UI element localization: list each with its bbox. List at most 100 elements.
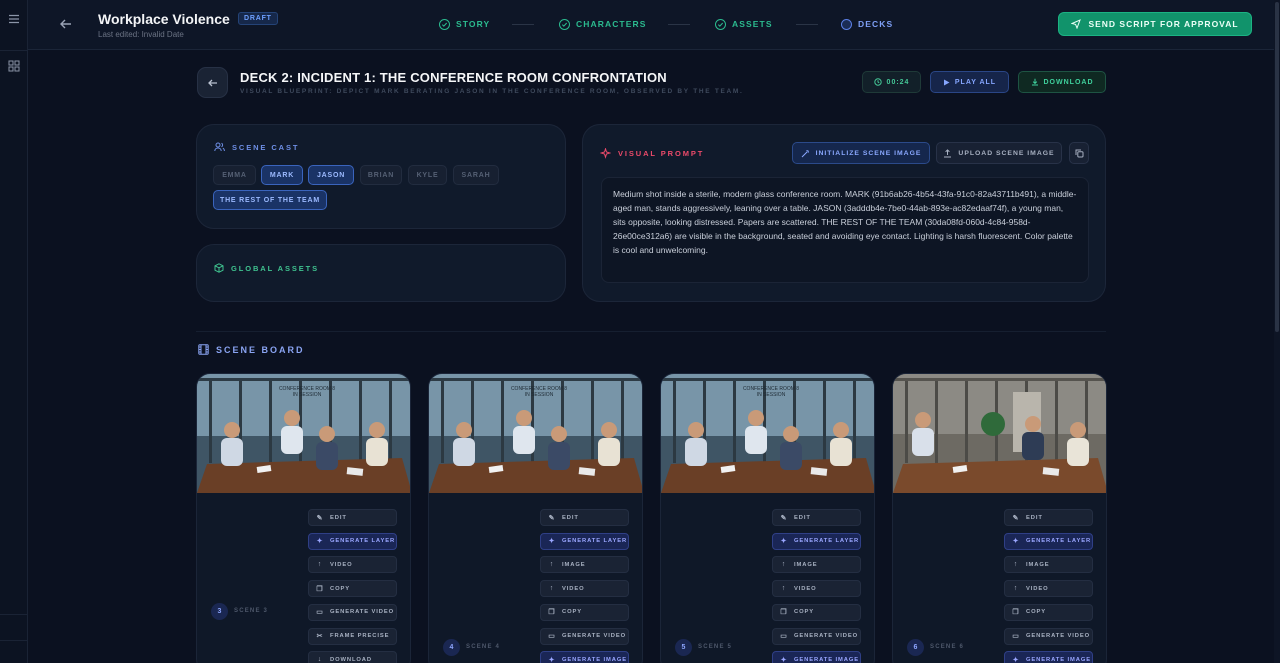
step-characters[interactable]: CHARACTERS: [559, 18, 647, 30]
deck-back-button[interactable]: [197, 67, 228, 98]
generate-video-button[interactable]: ▭ GENERATE VIDEO: [1004, 627, 1093, 645]
copy-button[interactable]: ❐ COPY: [772, 603, 861, 621]
step-decks[interactable]: DECKS: [841, 18, 893, 30]
last-edited-text: Last edited: Invalid Date: [98, 30, 184, 39]
frame-precise-icon: ✂: [316, 633, 324, 640]
duration-text: 00:24: [886, 78, 910, 86]
image-button[interactable]: ↑ IMAGE: [772, 556, 861, 574]
menu-icon[interactable]: [8, 13, 20, 25]
generate-video-button[interactable]: ▭ GENERATE VIDEO: [772, 627, 861, 645]
edit-icon: ✎: [780, 514, 788, 522]
video-button[interactable]: ↑ VIDEO: [540, 580, 629, 598]
scene-thumbnail[interactable]: CONFERENCE ROOM 8 IN SESSION: [429, 374, 642, 493]
initialize-scene-image-button[interactable]: INITIALIZE SCENE IMAGE: [792, 142, 930, 164]
grid-icon[interactable]: [8, 60, 20, 72]
copy-button[interactable]: ❐ COPY: [308, 580, 397, 598]
step-story[interactable]: STORY: [439, 18, 490, 30]
generate-layer-button[interactable]: ✦ GENERATE LAYER: [1004, 532, 1093, 550]
scene-number-badge: 5: [675, 639, 692, 656]
page-scrollbar[interactable]: [1274, 0, 1280, 663]
send-button-label: SEND SCRIPT FOR APPROVAL: [1088, 19, 1239, 29]
copy-icon: ❐: [780, 609, 788, 617]
step-label: CHARACTERS: [576, 19, 647, 29]
generate-layer-icon: ✦: [316, 538, 324, 546]
generate-image-button[interactable]: ✦ GENERATE IMAGE: [772, 651, 861, 663]
step-assets[interactable]: ASSETS: [715, 18, 773, 30]
button-label: COPY: [330, 585, 351, 592]
clock-icon: [873, 78, 882, 86]
download-button[interactable]: ↓ DOWNLOAD: [308, 651, 397, 663]
generate-video-button[interactable]: ▭ GENERATE VIDEO: [308, 603, 397, 621]
scene-card[interactable]: CONFERENCE ROOM 8 IN SESSION ✎ EDIT ✦ GENERA…: [428, 373, 643, 663]
cast-chip-mark[interactable]: MARK: [261, 165, 303, 185]
step-label: STORY: [456, 19, 491, 29]
send-for-approval-button[interactable]: SEND SCRIPT FOR APPROVAL: [1058, 12, 1252, 36]
edit-icon: ✎: [1012, 514, 1020, 522]
video-icon: ↑: [781, 585, 787, 593]
scene-card[interactable]: CONFERENCE ROOM 8 IN SESSION ✎ EDIT ✦ GENERA…: [196, 373, 411, 663]
button-label: VIDEO: [1026, 585, 1049, 592]
cast-chip-jason[interactable]: JASON: [308, 165, 354, 185]
scene-thumbnail[interactable]: [893, 374, 1106, 493]
scene-thumbnail[interactable]: CONFERENCE ROOM 8 IN SESSION: [197, 374, 410, 493]
download-deck-button[interactable]: DOWNLOAD: [1018, 71, 1106, 93]
play-all-label: PLAY ALL: [954, 78, 997, 86]
generate-video-button[interactable]: ▭ GENERATE VIDEO: [540, 627, 629, 645]
scene-card[interactable]: ✎ EDIT ✦ GENERATE LAYER ↑ IMAGE ↑ VIDEO ❐ COPY ▭ GE…: [892, 373, 1107, 663]
cast-chip-sarah[interactable]: SARAH: [453, 165, 499, 185]
film-icon: [198, 344, 209, 355]
cast-chip-brian[interactable]: BRIAN: [360, 165, 402, 185]
button-label: GENERATE LAYER: [330, 538, 396, 545]
button-label: EDIT: [330, 514, 347, 521]
copy-button[interactable]: ❐ COPY: [1004, 603, 1093, 621]
button-label: COPY: [1026, 609, 1047, 616]
copy-prompt-button[interactable]: [1069, 142, 1089, 164]
cast-chip-kyle[interactable]: KYLE: [408, 165, 447, 185]
copy-button[interactable]: ❐ COPY: [540, 603, 629, 621]
button-label: GENERATE VIDEO: [794, 633, 859, 639]
global-assets-panel: [196, 244, 566, 302]
scene-thumbnail[interactable]: CONFERENCE ROOM 8 IN SESSION: [661, 374, 874, 493]
generate-image-button[interactable]: ✦ GENERATE IMAGE: [540, 651, 629, 663]
video-button[interactable]: ↑ VIDEO: [308, 556, 397, 574]
scene-number-badge: 4: [443, 639, 460, 656]
magic-wand-icon: [801, 149, 809, 157]
scene-cast-title: SCENE CAST: [214, 142, 299, 152]
button-label: GENERATE LAYER: [1026, 538, 1092, 545]
button-label: IMAGE: [1026, 561, 1050, 568]
generate-image-button[interactable]: ✦ GENERATE IMAGE: [1004, 651, 1093, 663]
cast-chip-rest-of-team[interactable]: THE REST OF THE TEAM: [213, 190, 327, 210]
button-label: DOWNLOAD: [330, 656, 372, 663]
scene-board-title: SCENE BOARD: [198, 344, 305, 355]
thumbnail-sign-text: CONFERENCE ROOM 8 IN SESSION: [278, 386, 336, 398]
play-all-button[interactable]: PLAY ALL: [930, 71, 1009, 93]
generate-layer-button[interactable]: ✦ GENERATE LAYER: [540, 532, 629, 550]
button-label: GENERATE IMAGE: [1026, 656, 1091, 663]
back-arrow-icon[interactable]: [58, 16, 74, 32]
button-label: VIDEO: [330, 561, 353, 568]
edit-button[interactable]: ✎ EDIT: [1004, 509, 1093, 526]
generate-video-icon: ▭: [316, 609, 324, 617]
frame-precise-button[interactable]: ✂ FRAME PRECISE: [308, 627, 397, 645]
video-button[interactable]: ↑ VIDEO: [1004, 580, 1093, 598]
cast-chip-emma[interactable]: EMMA: [213, 165, 256, 185]
generate-layer-icon: ✦: [548, 538, 556, 546]
image-button[interactable]: ↑ IMAGE: [540, 556, 629, 574]
edit-button[interactable]: ✎ EDIT: [308, 509, 397, 526]
video-button[interactable]: ↑ VIDEO: [772, 580, 861, 598]
generate-layer-button[interactable]: ✦ GENERATE LAYER: [772, 532, 861, 550]
button-label: EDIT: [794, 514, 811, 521]
image-button[interactable]: ↑ IMAGE: [1004, 556, 1093, 574]
thumbnail-sign-text: CONFERENCE ROOM 8 IN SESSION: [742, 386, 800, 398]
scene-number-badge: 6: [907, 639, 924, 656]
active-step-icon: [841, 18, 852, 30]
edit-button[interactable]: ✎ EDIT: [540, 509, 629, 526]
scene-card[interactable]: CONFERENCE ROOM 8 IN SESSION ✎ EDIT ✦ GENERA…: [660, 373, 875, 663]
upload-label: UPLOAD SCENE IMAGE: [958, 149, 1055, 157]
edit-button[interactable]: ✎ EDIT: [772, 509, 861, 526]
draft-badge: DRAFT: [238, 12, 278, 25]
upload-scene-image-button[interactable]: UPLOAD SCENE IMAGE: [936, 142, 1062, 164]
generate-layer-button[interactable]: ✦ GENERATE LAYER: [308, 532, 397, 550]
visual-prompt-text[interactable]: Medium shot inside a sterile, modern gla…: [601, 177, 1089, 283]
button-label: COPY: [794, 609, 815, 616]
